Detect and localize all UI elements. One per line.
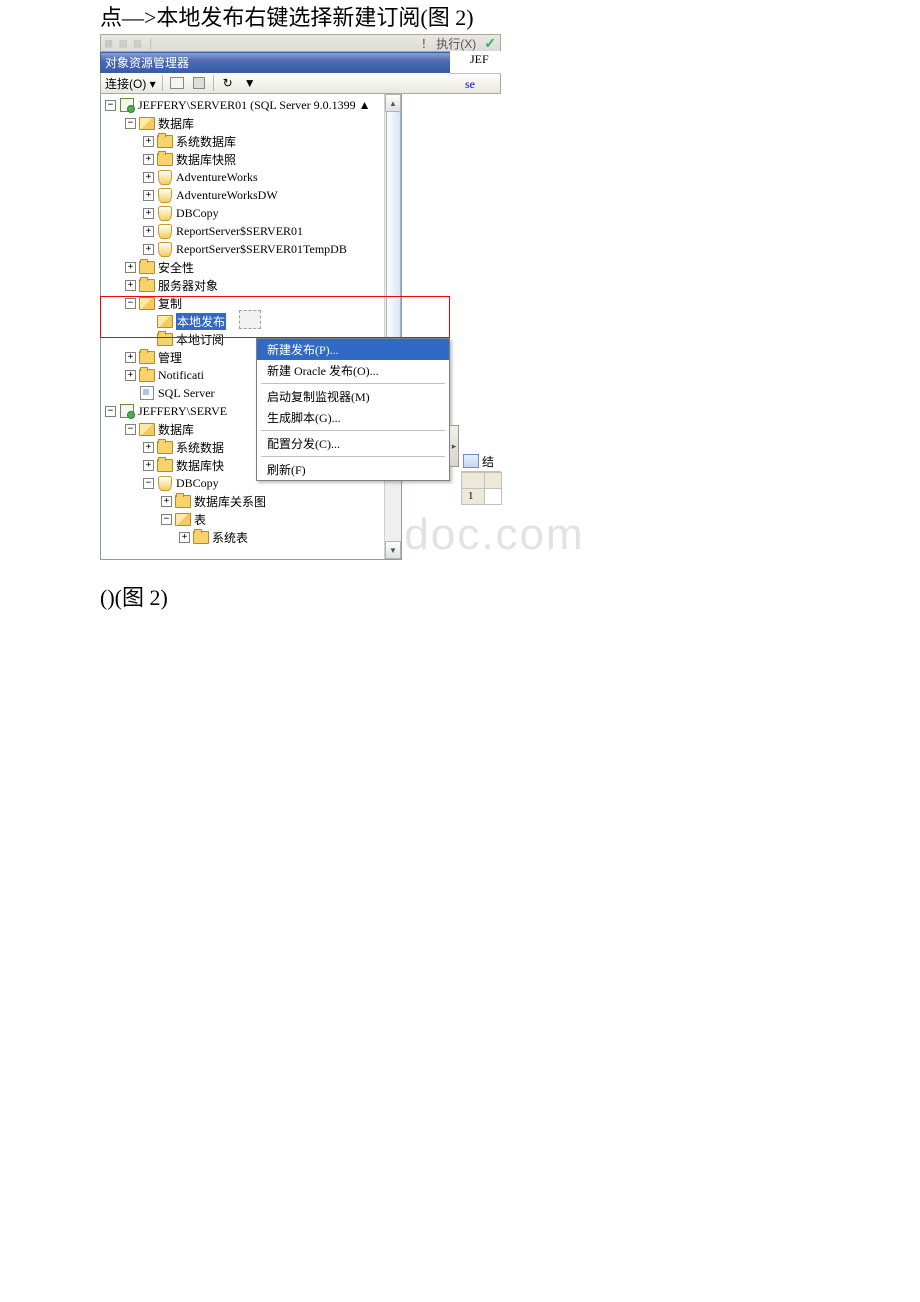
connect-button[interactable]: 连接(O) ▾	[105, 75, 156, 92]
diagrams-folder[interactable]: 数据库关系图	[194, 493, 266, 510]
doc-caption-bottom: ()(图 2)	[100, 580, 920, 612]
database-node[interactable]: DBCopy	[176, 476, 219, 491]
disconnect-icon[interactable]	[191, 77, 207, 89]
doc-caption-top: 点—>本地发布右键选择新建订阅(图 2)	[100, 0, 920, 32]
expand-toggle[interactable]: +	[143, 190, 154, 201]
filter-icon[interactable]: ▼	[242, 77, 258, 89]
drag-cursor-icon	[239, 310, 261, 329]
expand-toggle[interactable]: +	[143, 244, 154, 255]
query-tab[interactable]: JEF	[450, 51, 501, 74]
splitter-handle[interactable]: ▸	[450, 425, 459, 467]
security-folder[interactable]: 安全性	[158, 259, 194, 276]
databases-folder[interactable]: 数据库	[158, 421, 194, 438]
system-tables-folder[interactable]: 系统表	[212, 529, 248, 546]
expand-toggle[interactable]: +	[143, 154, 154, 165]
menu-new-publication[interactable]: 新建发布(P)...	[257, 339, 449, 360]
expand-toggle[interactable]: +	[161, 496, 172, 507]
expand-toggle[interactable]: +	[143, 460, 154, 471]
expand-toggle[interactable]: −	[125, 118, 136, 129]
expand-toggle[interactable]: −	[105, 100, 116, 111]
expand-toggle[interactable]: −	[125, 298, 136, 309]
vertical-scrollbar[interactable]: ▲ ▼	[384, 94, 401, 559]
expand-toggle[interactable]: −	[125, 424, 136, 435]
object-explorer-title: 对象资源管理器 ▾ ▯ ✕	[100, 52, 501, 73]
expand-toggle[interactable]: +	[143, 172, 154, 183]
expand-toggle[interactable]: +	[125, 262, 136, 273]
db-snapshots[interactable]: 数据库快	[176, 457, 224, 474]
refresh-icon[interactable]: ↻	[220, 77, 236, 89]
context-menu: 新建发布(P)... 新建 Oracle 发布(O)... 启动复制监视器(M)…	[256, 338, 450, 481]
menu-generate-script[interactable]: 生成脚本(G)...	[257, 407, 449, 428]
expand-toggle[interactable]: −	[143, 478, 154, 489]
expand-toggle[interactable]: +	[143, 208, 154, 219]
expand-toggle[interactable]: +	[179, 532, 190, 543]
database-node[interactable]: ReportServer$SERVER01TempDB	[176, 242, 347, 257]
server-node[interactable]: JEFFERY\SERVE	[138, 404, 227, 419]
server-node[interactable]: JEFFERY\SERVER01 (SQL Server 9.0.1399 ▲	[138, 98, 370, 113]
scroll-up-icon[interactable]: ▲	[385, 94, 401, 112]
grid-icon	[463, 454, 479, 468]
menu-refresh[interactable]: 刷新(F)	[257, 459, 449, 480]
connect-toolbar: 连接(O) ▾ ↻ ▼	[100, 73, 501, 94]
database-node[interactable]: DBCopy	[176, 206, 219, 221]
scroll-down-icon[interactable]: ▼	[385, 541, 401, 559]
server-objects-folder[interactable]: 服务器对象	[158, 277, 218, 294]
sql-agent-node[interactable]: SQL Server	[158, 386, 215, 401]
expand-toggle[interactable]: −	[105, 406, 116, 417]
menu-separator	[261, 456, 445, 457]
local-publications-folder[interactable]: 本地发布	[176, 313, 226, 330]
connect-icon[interactable]	[169, 77, 185, 89]
databases-folder[interactable]: 数据库	[158, 115, 194, 132]
main-toolbar: ▦ ▧ ▨ | ！ 执行(X) ✓	[100, 34, 501, 52]
expand-toggle[interactable]: −	[161, 514, 172, 525]
expand-toggle[interactable]: +	[125, 370, 136, 381]
editor-pane-edge: JEF se ▸ 结 1	[450, 51, 501, 92]
expand-toggle[interactable]: +	[125, 352, 136, 363]
menu-configure-distribution[interactable]: 配置分发(C)...	[257, 433, 449, 454]
expand-toggle[interactable]: +	[143, 136, 154, 147]
menu-new-oracle-publication[interactable]: 新建 Oracle 发布(O)...	[257, 360, 449, 381]
object-explorer-tree[interactable]: −JEFFERY\SERVER01 (SQL Server 9.0.1399 ▲…	[100, 94, 402, 560]
database-node[interactable]: AdventureWorksDW	[176, 188, 278, 203]
menu-separator	[261, 383, 445, 384]
menu-replication-monitor[interactable]: 启动复制监视器(M)	[257, 386, 449, 407]
expand-toggle[interactable]: +	[143, 226, 154, 237]
system-databases[interactable]: 系统数据库	[176, 133, 236, 150]
notification-folder[interactable]: Notificati	[158, 368, 204, 383]
tables-folder[interactable]: 表	[194, 511, 206, 528]
menu-separator	[261, 430, 445, 431]
sql-text: se	[450, 77, 501, 92]
expand-toggle[interactable]: +	[143, 442, 154, 453]
grid-row-header: 1	[461, 489, 485, 505]
replication-folder[interactable]: 复制	[158, 295, 182, 312]
database-node[interactable]: ReportServer$SERVER01	[176, 224, 303, 239]
ssms-window: ▦ ▧ ▨ | ！ 执行(X) ✓ 对象资源管理器 ▾ ▯ ✕ 连接(O) ▾ …	[100, 34, 501, 560]
db-snapshots[interactable]: 数据库快照	[176, 151, 236, 168]
results-tab[interactable]: 结	[461, 451, 501, 472]
local-subscriptions-folder[interactable]: 本地订阅	[176, 331, 224, 348]
management-folder[interactable]: 管理	[158, 349, 182, 366]
system-databases[interactable]: 系统数据	[176, 439, 224, 456]
execute-button[interactable]: ！ 执行(X)	[421, 35, 476, 52]
database-node[interactable]: AdventureWorks	[176, 170, 258, 185]
parse-check-icon[interactable]: ✓	[484, 35, 496, 52]
toolbar-ghost-left: ▦ ▧ ▨	[105, 36, 141, 50]
expand-toggle[interactable]: +	[125, 280, 136, 291]
